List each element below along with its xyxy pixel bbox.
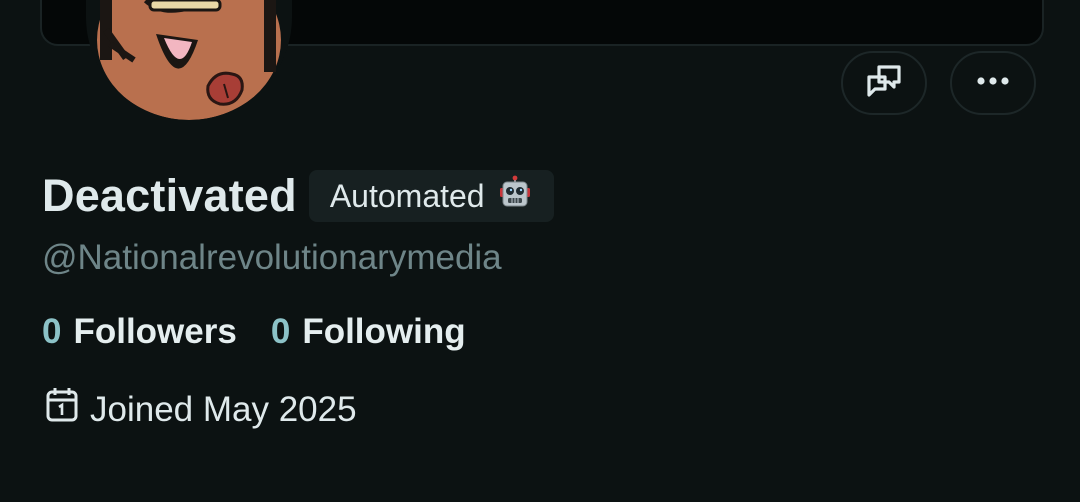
followers-count: 0	[42, 312, 62, 351]
avatar[interactable]	[86, 0, 292, 120]
badge-label: Automated	[329, 177, 485, 214]
followers-link[interactable]: 0 Followers	[42, 312, 237, 352]
display-name: Deactivated	[42, 170, 297, 221]
profile-handle: @Nationalrevolutionarymedia	[42, 238, 502, 277]
automated-badge[interactable]: Automated	[308, 170, 554, 222]
joined-date: Joined May 2025	[44, 386, 357, 433]
more-options-icon	[975, 74, 1011, 92]
following-label: Following	[302, 312, 466, 351]
robot-icon	[497, 175, 533, 217]
following-count: 0	[270, 312, 291, 351]
message-icon	[865, 63, 903, 104]
more-options-button[interactable]	[950, 51, 1036, 115]
follow-stats: 0 Followers 0 Following	[42, 312, 466, 352]
message-button[interactable]	[841, 51, 927, 115]
name-row: Deactivated Automated	[42, 170, 554, 222]
following-link[interactable]: 0 Following	[271, 312, 466, 352]
calendar-icon	[44, 386, 80, 433]
joined-text: Joined May 2025	[90, 389, 357, 429]
followers-label: Followers	[73, 312, 237, 351]
